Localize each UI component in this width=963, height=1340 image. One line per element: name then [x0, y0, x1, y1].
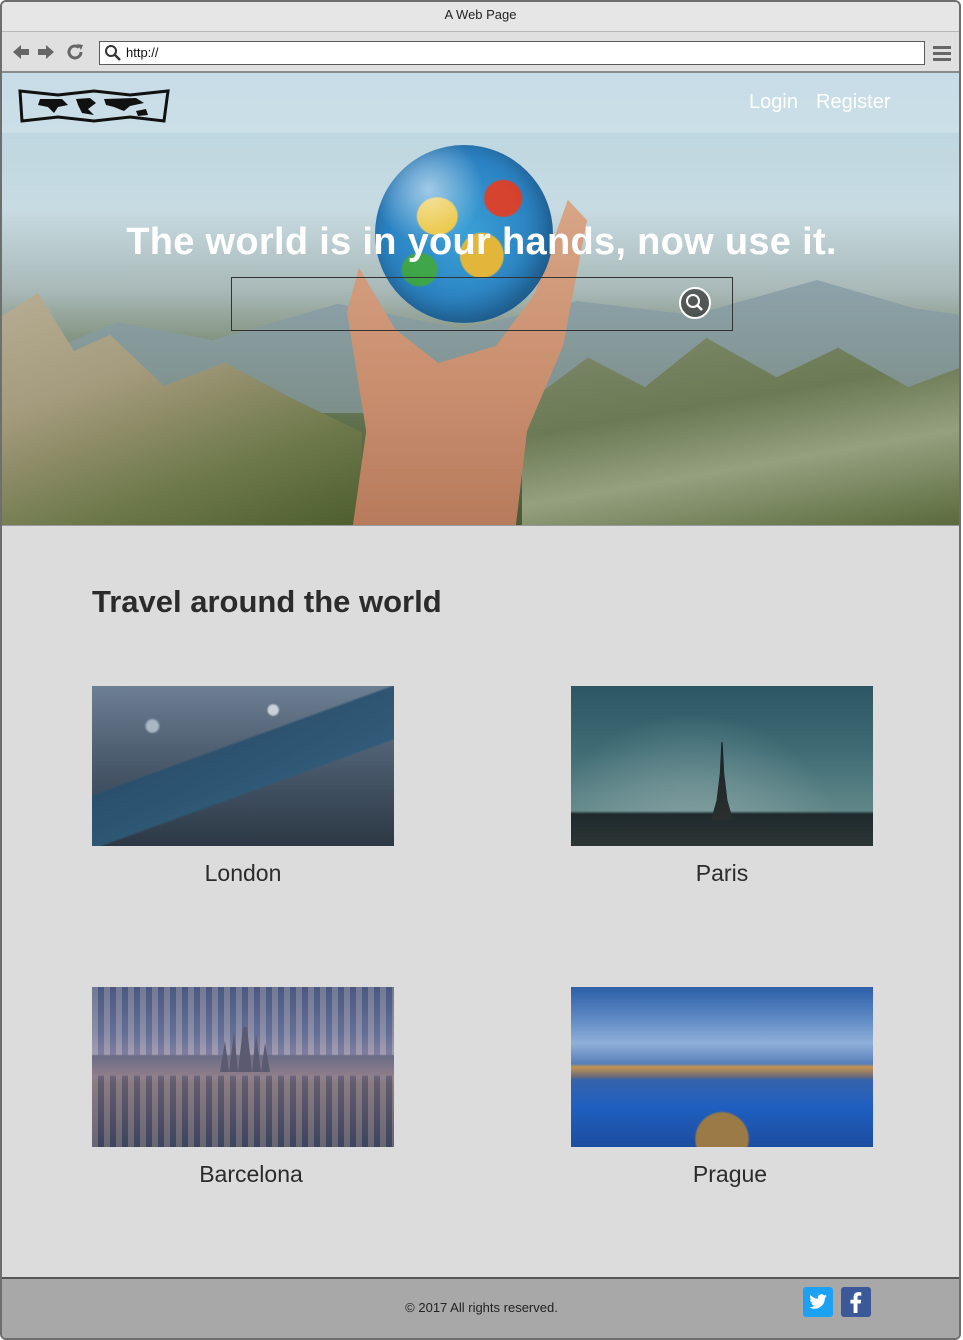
menu-button[interactable]	[932, 43, 952, 63]
reload-icon	[67, 44, 83, 60]
hero-banner: Login Register The world is in your hand…	[2, 73, 959, 525]
barcelona-image[interactable]	[92, 987, 394, 1147]
twitter-button[interactable]	[803, 1287, 833, 1317]
section-title: Travel around the world	[92, 584, 442, 619]
twitter-icon	[809, 1294, 827, 1309]
destination-card-prague[interactable]: Prague	[571, 987, 873, 1207]
facebook-button[interactable]	[841, 1287, 871, 1317]
search-icon	[686, 294, 703, 311]
destination-card-paris[interactable]: Paris	[571, 686, 873, 906]
paris-image[interactable]	[571, 686, 873, 846]
search-input[interactable]	[232, 278, 662, 330]
register-link[interactable]: Register	[816, 91, 890, 114]
destination-card-london[interactable]: London	[92, 686, 394, 906]
prague-image[interactable]	[571, 987, 873, 1147]
destination-name[interactable]: London	[92, 860, 394, 887]
login-link[interactable]: Login	[749, 91, 798, 114]
facebook-icon	[850, 1292, 862, 1313]
destination-name[interactable]: Paris	[571, 860, 873, 887]
destination-name[interactable]: Prague	[579, 1161, 881, 1188]
main-content: Travel around the world London Paris Bar…	[2, 525, 959, 1277]
arrow-left-icon	[13, 45, 29, 59]
hero-search	[231, 277, 733, 331]
address-bar[interactable]: http://	[99, 41, 925, 65]
url-text: http://	[126, 45, 159, 60]
hero-headline: The world is in your hands, now use it.	[126, 221, 837, 263]
browser-toolbar: http://	[2, 32, 959, 73]
london-image[interactable]	[92, 686, 394, 846]
world-map-logo-icon[interactable]	[18, 87, 170, 125]
window-title: A Web Page	[2, 2, 959, 32]
search-button[interactable]	[679, 287, 711, 319]
forward-button[interactable]	[35, 41, 57, 63]
arrow-right-icon	[38, 45, 54, 59]
search-icon	[105, 45, 121, 61]
reload-button[interactable]	[64, 41, 86, 63]
eiffel-tower-shape	[711, 742, 733, 820]
footer: © 2017 All rights reserved.	[2, 1277, 959, 1338]
hamburger-menu-icon	[933, 46, 951, 61]
back-button[interactable]	[10, 41, 32, 63]
destination-card-barcelona[interactable]: Barcelona	[92, 987, 394, 1207]
cathedral-shape	[220, 1027, 270, 1072]
destination-name[interactable]: Barcelona	[100, 1161, 402, 1188]
browser-window: A Web Page http:// Login Register The wo…	[0, 0, 961, 1340]
